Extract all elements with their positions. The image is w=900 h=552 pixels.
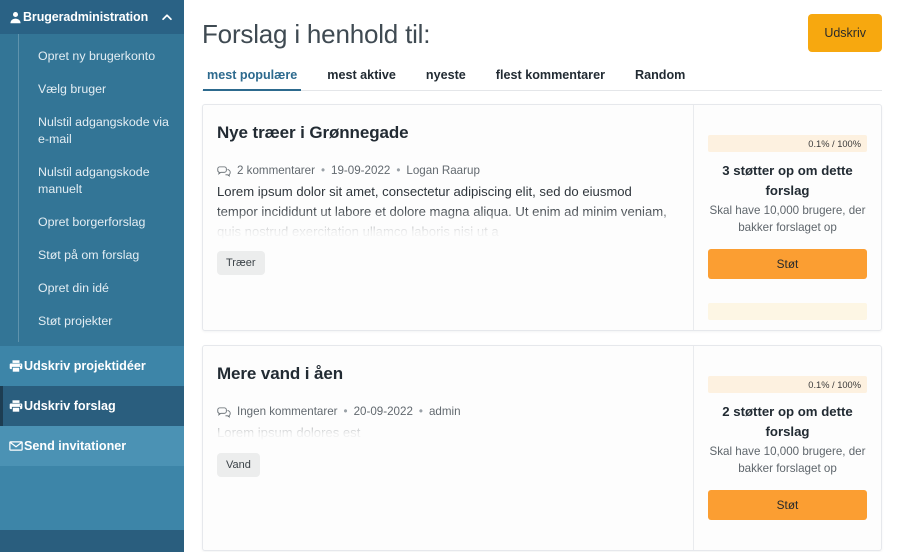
printer-icon (9, 359, 23, 373)
proposal-tags: Vand (217, 453, 673, 477)
proposal-excerpt: Lorem ipsum dolor sit amet, consectetur … (217, 184, 667, 239)
person-icon (9, 11, 22, 24)
proposal-author: admin (428, 405, 461, 418)
proposal-author: Logan Raarup (406, 164, 480, 177)
proposal-title[interactable]: Mere vand i åen (217, 364, 673, 384)
sidebar-filler (0, 466, 184, 530)
proposal-comment-count: 2 kommentarer (237, 164, 315, 177)
app-root: Brugeradministration Opret ny brugerkont… (0, 0, 900, 552)
support-note: Skal have 10,000 brugere, der bakker for… (709, 204, 866, 234)
sidebar-item-udskriv-projektideer[interactable]: Udskriv projektidéer (0, 346, 184, 386)
support-progress-label: 0.1% / 100% (808, 138, 861, 149)
meta-separator: • (343, 405, 348, 418)
sidebar-submenu: Opret ny brugerkonto Vælg bruger Nulstil… (0, 34, 184, 346)
proposal-tags: Træer (217, 251, 673, 275)
print-button[interactable]: Udskriv (808, 14, 882, 52)
sidebar-item-nulstil-adgangskode-email[interactable]: Nulstil adgangskode via e-mail (0, 106, 184, 156)
sidebar-item-opret-borgerforslag[interactable]: Opret borgerforslag (0, 206, 184, 239)
sidebar: Brugeradministration Opret ny brugerkont… (0, 0, 184, 552)
support-progress-bar-secondary (708, 303, 867, 320)
support-progress-bar: 0.1% / 100% (708, 135, 867, 152)
meta-separator: • (418, 405, 423, 418)
support-progress-label: 0.1% / 100% (808, 379, 861, 390)
sidebar-item-opret-ny-brugerkonto[interactable]: Opret ny brugerkonto (0, 40, 184, 73)
proposal-excerpt: Lorem ipsum dolores est (217, 425, 361, 440)
support-note: Skal have 10,000 brugere, der bakker for… (709, 445, 866, 475)
proposal-meta: Ingen kommentarer • 20-09-2022 • admin (217, 405, 673, 418)
tab-random[interactable]: Random (633, 68, 687, 90)
sidebar-item-label: Udskriv forslag (24, 399, 116, 413)
sidebar-header-brugeradministration[interactable]: Brugeradministration (0, 0, 184, 34)
page-title: Forslag i henhold til: (202, 19, 431, 49)
sidebar-item-nulstil-adgangskode-manuelt[interactable]: Nulstil adgangskode manuelt (0, 156, 184, 206)
proposal-meta: 2 kommentarer • 19-09-2022 • Logan Raaru… (217, 164, 673, 177)
tab-nyeste[interactable]: nyeste (424, 68, 468, 90)
proposal-support-panel: 0.1% / 100% 2 støtter op om dette forsla… (693, 346, 881, 550)
envelope-icon (9, 439, 23, 453)
support-button[interactable]: Støt (708, 249, 867, 279)
sidebar-item-stoet-projekter[interactable]: Støt projekter (0, 305, 184, 338)
proposal-tag[interactable]: Vand (217, 453, 260, 477)
sidebar-item-send-invitationer[interactable]: Send invitationer (0, 426, 184, 466)
proposal-excerpt-wrap: Lorem ipsum dolor sit amet, consectetur … (217, 182, 673, 241)
sidebar-item-label: Send invitationer (24, 439, 127, 453)
sidebar-item-label: Udskriv projektidéer (24, 359, 146, 373)
tab-flest-kommentarer[interactable]: flest kommentarer (494, 68, 607, 90)
sidebar-item-stoet-paa-om-forslag[interactable]: Støt på om forslag (0, 239, 184, 272)
proposal-list: Nye træer i Grønnegade 2 kommentarer • 1… (202, 104, 882, 551)
proposal-card[interactable]: Nye træer i Grønnegade 2 kommentarer • 1… (202, 104, 882, 331)
support-button[interactable]: Støt (708, 490, 867, 520)
proposal-card[interactable]: Mere vand i åen Ingen kommentarer • 20-0… (202, 345, 882, 551)
proposal-support-panel: 0.1% / 100% 3 støtter op om dette forsla… (693, 105, 881, 330)
chevron-up-icon[interactable] (160, 10, 174, 24)
proposal-title[interactable]: Nye træer i Grønnegade (217, 123, 673, 143)
proposal-card-body: Nye træer i Grønnegade 2 kommentarer • 1… (203, 105, 693, 330)
main-content: Forslag i henhold til: Udskriv mest popu… (184, 0, 900, 552)
meta-separator: • (320, 164, 326, 177)
proposal-comment-count: Ingen kommentarer (237, 405, 338, 418)
sidebar-item-opret-din-ide[interactable]: Opret din idé (0, 272, 184, 305)
proposal-card-body: Mere vand i åen Ingen kommentarer • 20-0… (203, 346, 693, 550)
proposal-date: 20-09-2022 (353, 405, 413, 418)
support-count: 2 støtter op om dette forslag (722, 404, 853, 439)
support-progress-bar: 0.1% / 100% (708, 376, 867, 393)
sort-tabs: mest populære mest aktive nyeste flest k… (202, 68, 882, 91)
page-header: Forslag i henhold til: Udskriv (202, 0, 882, 54)
comment-bubbles-icon (217, 406, 231, 418)
meta-separator: • (396, 164, 401, 177)
tab-mest-populaere[interactable]: mest populære (202, 68, 302, 91)
sidebar-header-label: Brugeradministration (23, 10, 149, 24)
proposal-date: 19-09-2022 (331, 164, 391, 177)
sidebar-footer (0, 530, 184, 552)
sidebar-item-vaelg-bruger[interactable]: Vælg bruger (0, 73, 184, 106)
support-count: 3 støtter op om dette forslag (722, 163, 853, 198)
proposal-tag[interactable]: Træer (217, 251, 265, 275)
printer-icon (9, 399, 23, 413)
tab-mest-aktive[interactable]: mest aktive (325, 68, 398, 90)
comment-bubbles-icon (217, 165, 231, 177)
sidebar-item-udskriv-forslag[interactable]: Udskriv forslag (0, 386, 184, 426)
proposal-excerpt-wrap: Lorem ipsum dolores est (217, 423, 673, 443)
